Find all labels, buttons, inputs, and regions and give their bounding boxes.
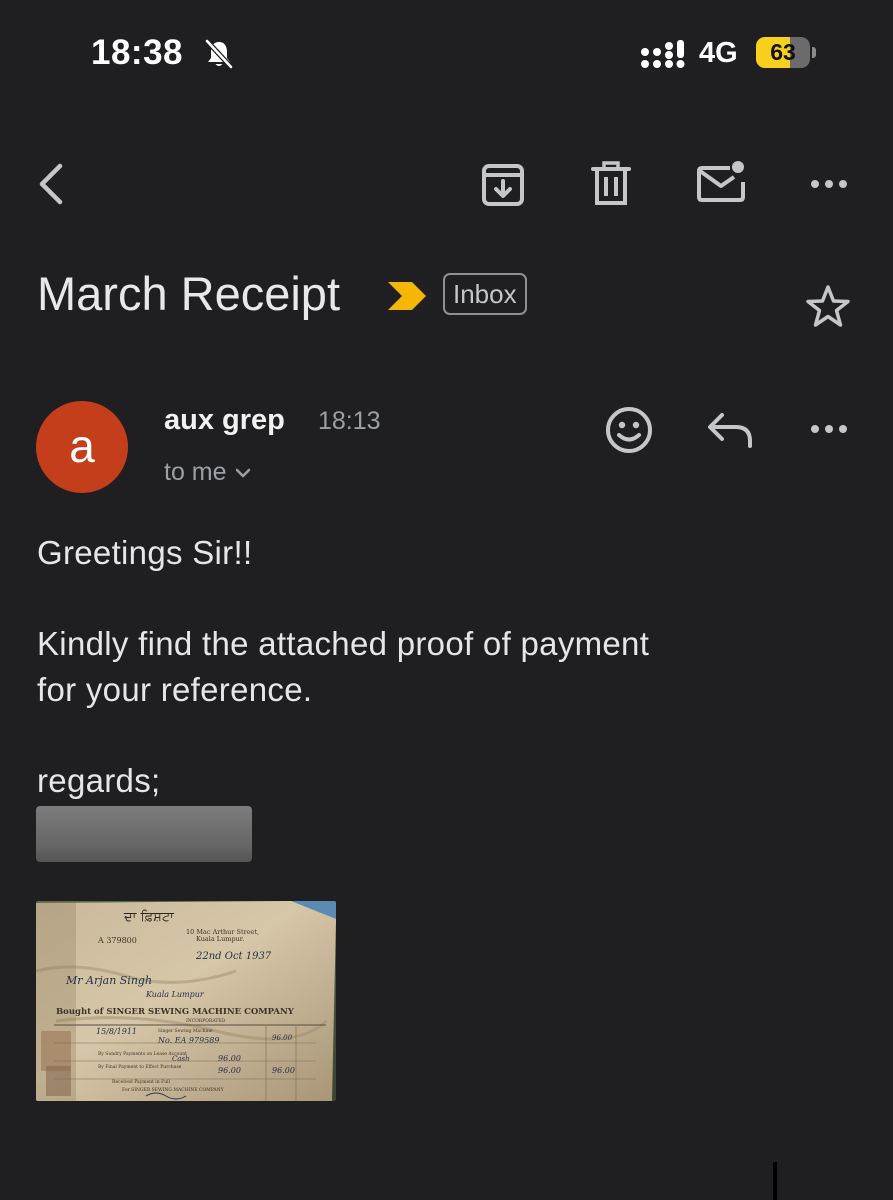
back-icon[interactable] bbox=[34, 160, 70, 208]
svg-text:A 379800: A 379800 bbox=[97, 936, 137, 945]
recipients-label: to me bbox=[164, 458, 227, 486]
svg-text:By Final Payment to Effect Pur: By Final Payment to Effect Purchase bbox=[98, 1064, 182, 1070]
svg-text:15/8/1911: 15/8/1911 bbox=[96, 1027, 137, 1036]
receipt-photo: ਦਾ ਫ਼ਿਸ਼ਟਾ A 379800 10 Mac Arthur Street… bbox=[36, 901, 336, 1101]
svg-text:96.00: 96.00 bbox=[272, 1034, 293, 1042]
more-icon[interactable] bbox=[806, 172, 852, 196]
svg-text:Bought of SINGER SEWING MACHIN: Bought of SINGER SEWING MACHINE COMPANY bbox=[56, 1007, 295, 1017]
bell-slash-icon bbox=[205, 39, 233, 69]
svg-text:96.00: 96.00 bbox=[272, 1066, 295, 1075]
sender-name: aux grep bbox=[164, 404, 285, 436]
redacted-signature bbox=[36, 806, 252, 862]
svg-text:Mr Arjan Singh: Mr Arjan Singh bbox=[65, 974, 152, 987]
mark-unread-icon[interactable] bbox=[696, 158, 748, 206]
body-greeting: Greetings Sir!! bbox=[37, 534, 253, 571]
scroll-indicator[interactable] bbox=[773, 1162, 777, 1200]
svg-text:96.00: 96.00 bbox=[218, 1054, 241, 1063]
svg-text:Kuala Lumpur.: Kuala Lumpur. bbox=[196, 935, 244, 943]
body-line-2: for your reference. bbox=[37, 671, 313, 708]
svg-text:Singer Sewing Machine: Singer Sewing Machine bbox=[158, 1028, 213, 1034]
archive-icon[interactable] bbox=[480, 162, 526, 208]
avatar[interactable]: a bbox=[36, 401, 128, 493]
delete-icon[interactable] bbox=[590, 161, 632, 207]
battery-indicator: 63 bbox=[756, 37, 818, 68]
reply-icon[interactable] bbox=[706, 409, 754, 449]
svg-text:Cash: Cash bbox=[172, 1055, 190, 1063]
inbox-label-chip[interactable]: Inbox bbox=[443, 273, 527, 315]
attachment-thumbnail[interactable]: ਦਾ ਫ਼ਿਸ਼ਟਾ A 379800 10 Mac Arthur Street… bbox=[36, 901, 336, 1101]
add-reaction-icon[interactable] bbox=[604, 405, 654, 455]
message-more-icon[interactable] bbox=[806, 417, 852, 441]
recipients-toggle[interactable]: to me bbox=[164, 458, 251, 487]
network-type: 4G bbox=[699, 37, 738, 69]
chevron-down-icon bbox=[235, 469, 250, 478]
svg-text:For SINGER SEWING MACHINE COMP: For SINGER SEWING MACHINE COMPANY bbox=[122, 1087, 225, 1093]
body-line-1: Kindly find the attached proof of paymen… bbox=[37, 625, 650, 662]
body-closing: regards; bbox=[37, 762, 161, 799]
svg-text:22nd Oct 1937: 22nd Oct 1937 bbox=[195, 951, 272, 962]
svg-text:INCORPORATED: INCORPORATED bbox=[186, 1018, 226, 1024]
star-icon[interactable] bbox=[804, 283, 852, 331]
sent-time: 18:13 bbox=[318, 407, 381, 435]
email-subject: March Receipt bbox=[37, 267, 340, 320]
svg-text:ਦਾ ਫ਼ਿਸ਼ਟਾ: ਦਾ ਫ਼ਿਸ਼ਟਾ bbox=[123, 910, 175, 925]
signal-icon bbox=[641, 40, 685, 68]
svg-text:Kuala Lumpur: Kuala Lumpur bbox=[145, 990, 205, 999]
battery-percent: 63 bbox=[770, 39, 796, 65]
svg-text:Received Payment in Full: Received Payment in Full bbox=[112, 1079, 171, 1085]
svg-text:No. EA 979589: No. EA 979589 bbox=[157, 1036, 219, 1045]
status-time: 18:38 bbox=[91, 33, 184, 72]
svg-text:96.00: 96.00 bbox=[218, 1066, 241, 1075]
importance-marker-icon[interactable] bbox=[386, 280, 428, 312]
